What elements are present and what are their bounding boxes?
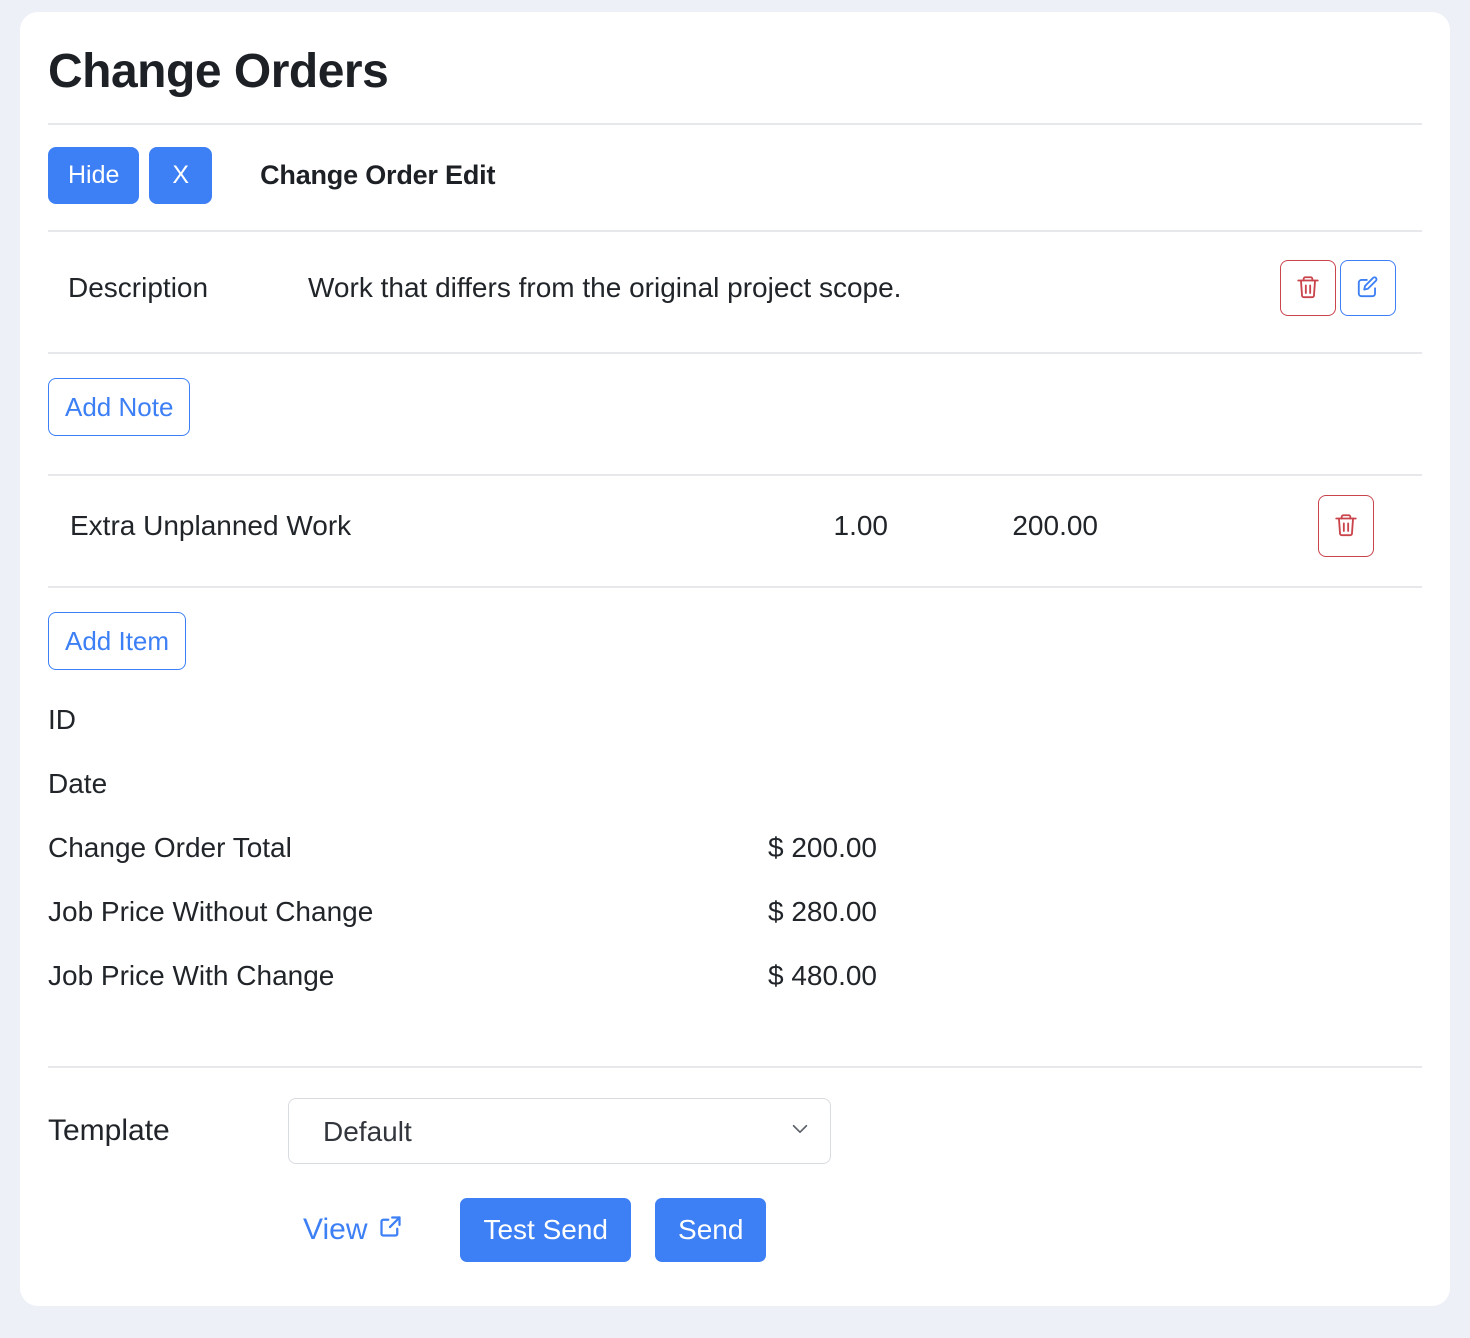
test-send-button[interactable]: Test Send: [460, 1198, 631, 1262]
total-value: $ 480.00: [768, 960, 877, 992]
item-name: Extra Unplanned Work: [48, 510, 748, 542]
item-price: 200.00: [888, 510, 1138, 542]
description-label: Description: [48, 272, 308, 304]
trash-icon: [1333, 512, 1359, 541]
footer-actions: View Test Send Send: [20, 1164, 1450, 1262]
delete-description-button[interactable]: [1280, 260, 1336, 316]
view-link[interactable]: View: [303, 1213, 404, 1248]
total-row-id: ID: [48, 704, 1422, 768]
total-label: Job Price Without Change: [48, 896, 768, 928]
item-quantity: 1.00: [748, 510, 888, 542]
template-select[interactable]: Default: [288, 1098, 831, 1164]
delete-item-button[interactable]: [1318, 495, 1374, 557]
item-actions: [1318, 495, 1374, 557]
total-row-job-price-without-change: Job Price Without Change $ 280.00: [48, 896, 1422, 960]
total-value: $ 280.00: [768, 896, 877, 928]
total-value: $ 200.00: [768, 832, 877, 864]
description-actions: [1280, 260, 1396, 316]
panel-title: Change Order Edit: [260, 160, 495, 191]
add-note-button[interactable]: Add Note: [48, 378, 190, 436]
total-row-change-order-total: Change Order Total $ 200.00: [48, 832, 1422, 896]
description-row: Description Work that differs from the o…: [20, 232, 1450, 318]
hide-button[interactable]: Hide: [48, 147, 139, 204]
pencil-square-icon: [1355, 274, 1381, 303]
add-item-button[interactable]: Add Item: [48, 612, 186, 670]
table-row: Extra Unplanned Work 1.00 200.00: [20, 476, 1450, 554]
template-zone: Template Default: [20, 1068, 1450, 1164]
view-link-label: View: [303, 1213, 367, 1247]
totals-section: ID Date Change Order Total $ 200.00 Job …: [20, 670, 1450, 1024]
total-label: Date: [48, 768, 768, 800]
send-button[interactable]: Send: [655, 1198, 766, 1262]
add-note-zone: Add Note: [20, 354, 1450, 436]
total-label: ID: [48, 704, 768, 736]
template-select-wrap: Default: [288, 1098, 831, 1164]
total-label: Job Price With Change: [48, 960, 768, 992]
close-button[interactable]: X: [149, 147, 212, 204]
change-orders-card: Change Orders Hide X Change Order Edit D…: [20, 12, 1450, 1306]
total-label: Change Order Total: [48, 832, 768, 864]
total-row-job-price-with-change: Job Price With Change $ 480.00: [48, 960, 1422, 1024]
trash-icon: [1295, 274, 1321, 303]
description-value: Work that differs from the original proj…: [308, 272, 1280, 304]
external-link-icon: [377, 1213, 404, 1248]
total-row-date: Date: [48, 768, 1422, 832]
page-title: Change Orders: [20, 12, 1450, 99]
add-item-zone: Add Item: [20, 588, 1450, 670]
edit-description-button[interactable]: [1340, 260, 1396, 316]
panel-toolbar: Hide X Change Order Edit: [20, 125, 1450, 204]
template-label: Template: [48, 1114, 288, 1148]
